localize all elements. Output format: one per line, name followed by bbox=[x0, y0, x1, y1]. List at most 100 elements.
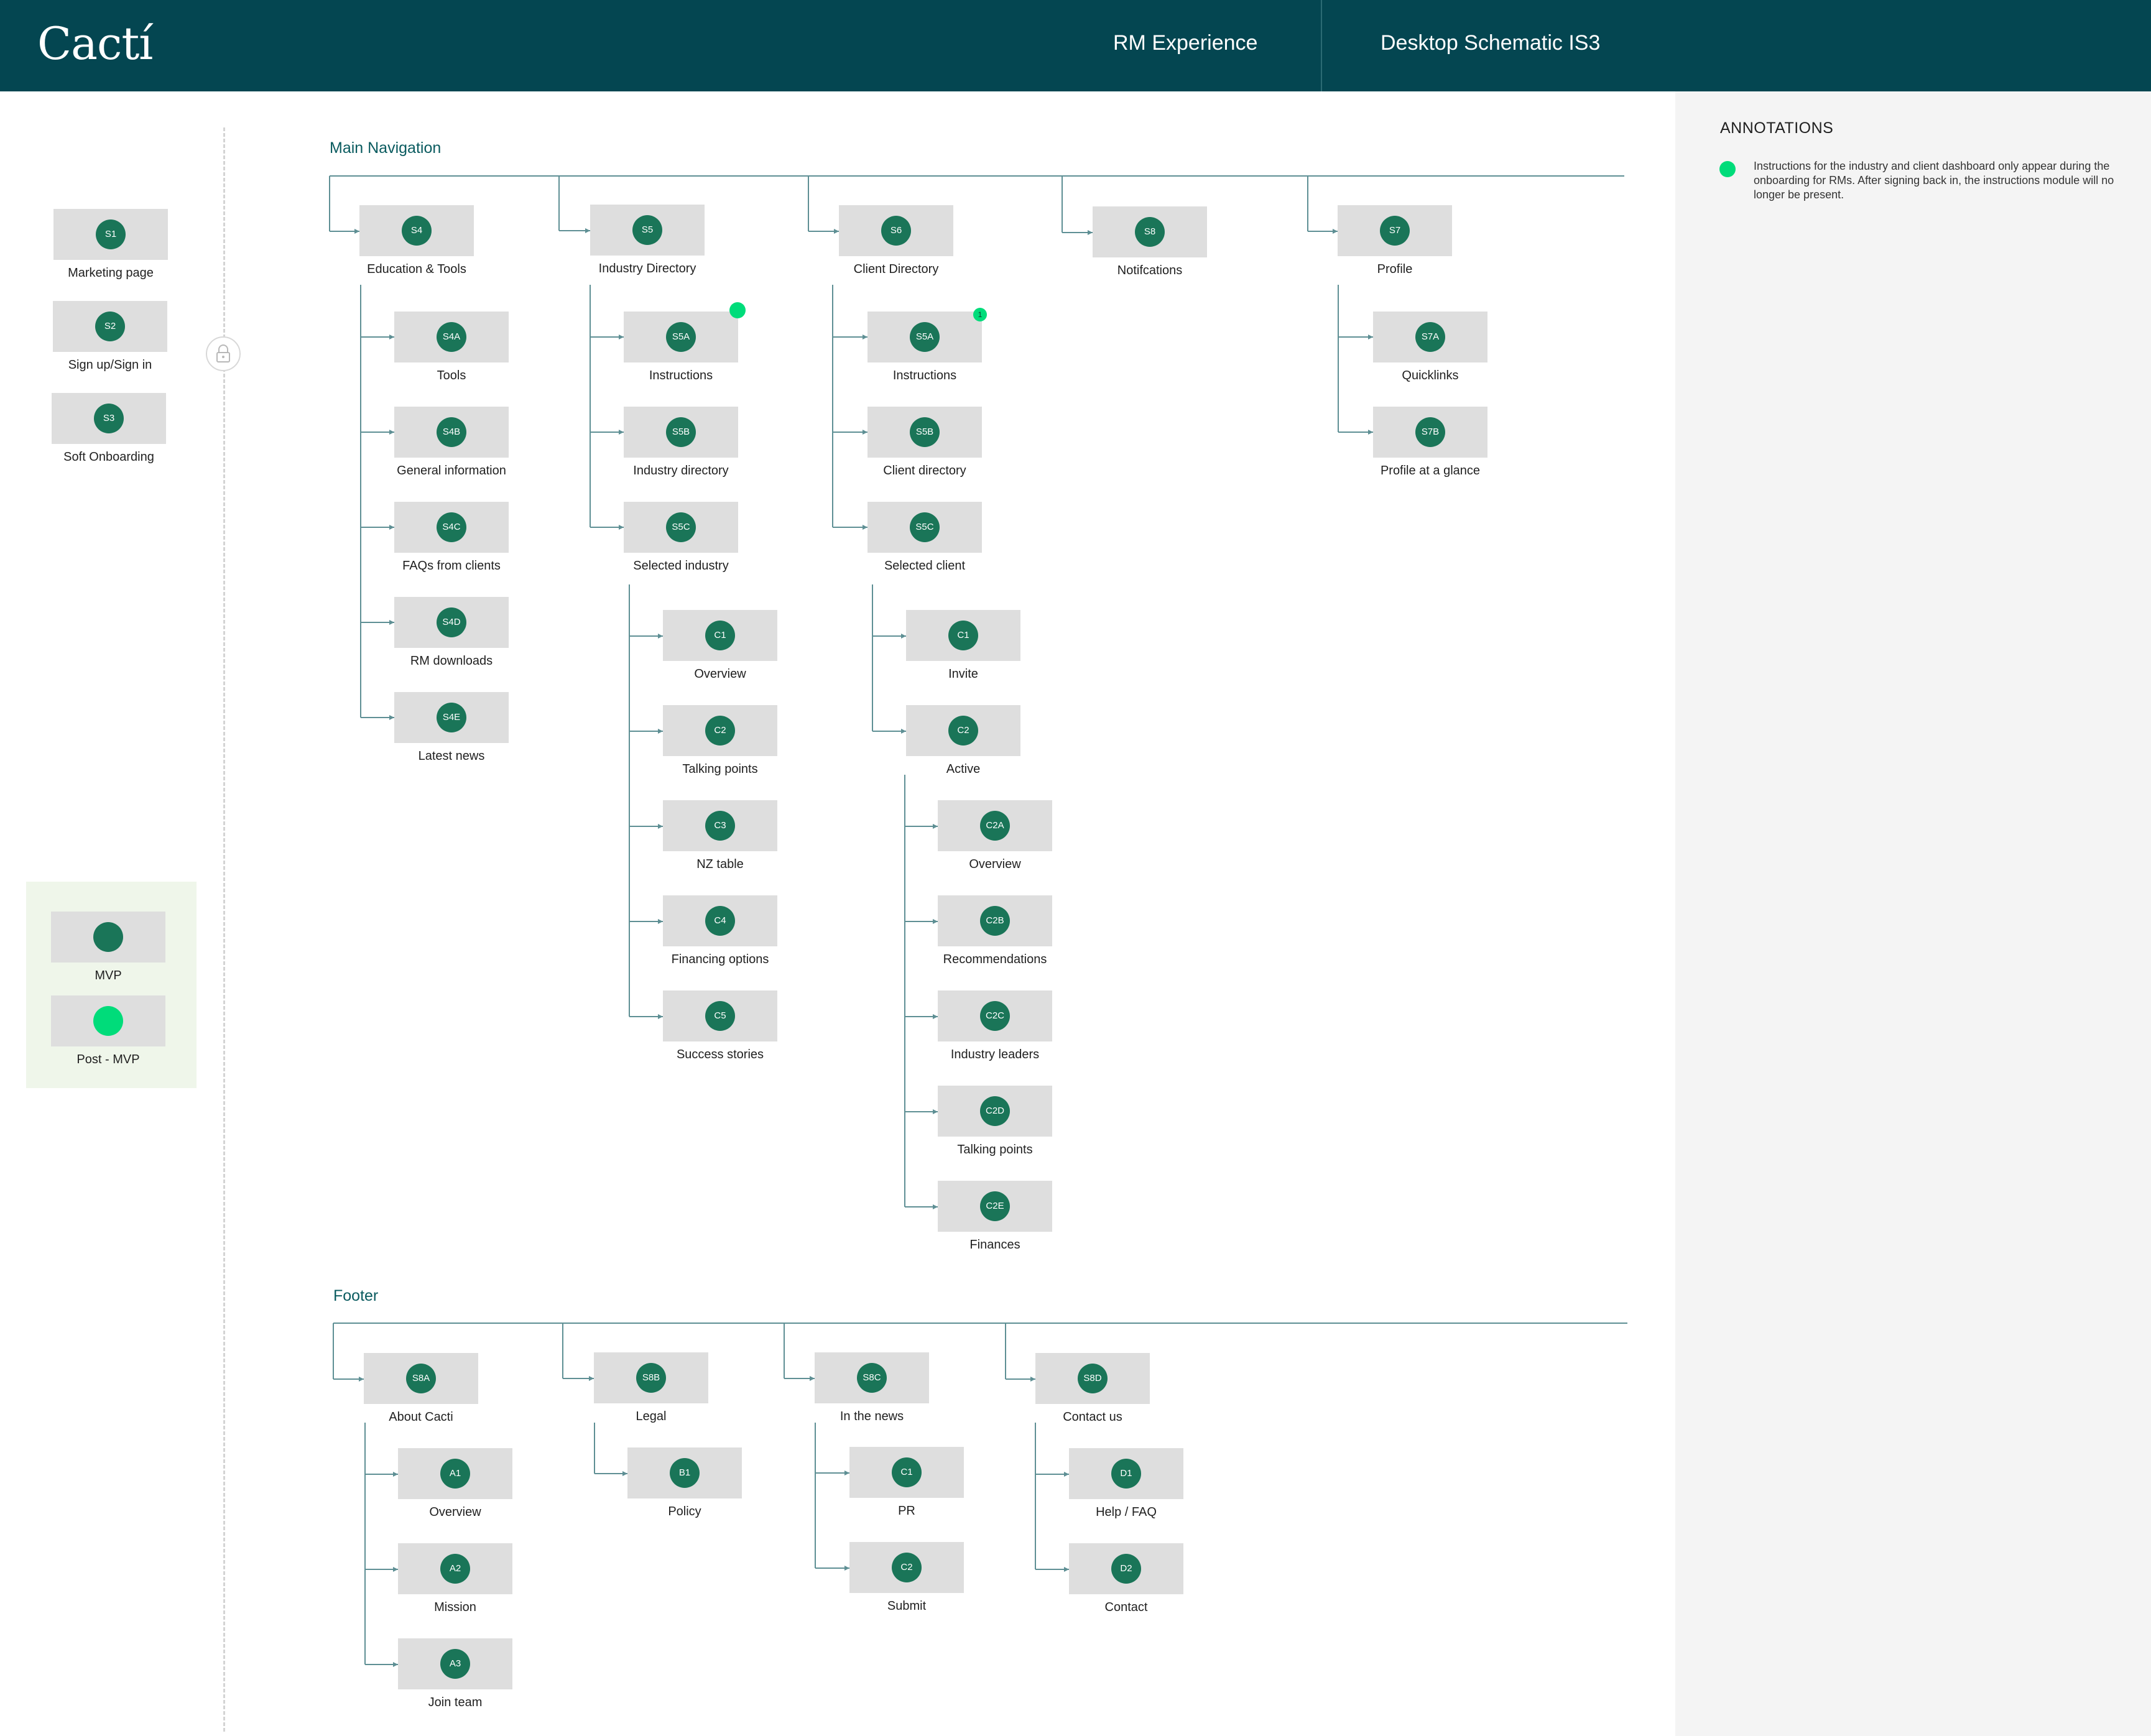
arrow-head-icon bbox=[658, 919, 663, 924]
screen-label: Instructions bbox=[892, 369, 957, 382]
legend-label: Post - MVP bbox=[76, 1053, 140, 1066]
screen-label: Soft Onboarding bbox=[63, 450, 154, 464]
screen-label: Overview bbox=[694, 667, 746, 681]
screen-label: Profile at a glance bbox=[1380, 464, 1481, 478]
legend: MVP Post - MVP bbox=[26, 882, 197, 1088]
arrow-head-icon bbox=[389, 525, 394, 530]
screen-code-badge: A2 bbox=[440, 1554, 470, 1584]
screen-label: Client directory bbox=[883, 464, 966, 478]
screen-label: Recommendations bbox=[943, 953, 1047, 966]
arrow-head-icon bbox=[658, 729, 663, 734]
screen-label: Contact bbox=[1104, 1600, 1148, 1614]
arrow-head-icon bbox=[933, 824, 938, 829]
screen-code-badge: S8D bbox=[1078, 1364, 1108, 1393]
arrow-head-icon bbox=[844, 1471, 849, 1475]
arrow-head-icon bbox=[933, 1204, 938, 1209]
screen-label: Success stories bbox=[676, 1048, 764, 1061]
screen-code-badge: S7A bbox=[1415, 322, 1445, 352]
screen-label: Invite bbox=[948, 667, 978, 681]
arrow-head-icon bbox=[1064, 1472, 1069, 1477]
screen-label: Overview bbox=[969, 857, 1021, 871]
arrow-head-icon bbox=[863, 335, 867, 339]
footer-title: Footer bbox=[333, 1287, 379, 1304]
screen-code-badge: C2D bbox=[980, 1096, 1010, 1126]
post-mvp-dot-icon bbox=[729, 302, 746, 318]
screen-label: Contact us bbox=[1063, 1410, 1122, 1424]
screen-code-badge: S8C bbox=[857, 1363, 887, 1393]
screen-label: Selected industry bbox=[633, 559, 729, 573]
screen-code-badge: S4C bbox=[437, 512, 466, 542]
screen-label: Client Directory bbox=[853, 262, 939, 276]
screen-label: Instructions bbox=[649, 369, 713, 382]
main-navigation-title: Main Navigation bbox=[330, 139, 442, 157]
arrow-head-icon bbox=[901, 634, 906, 639]
screen-code-badge: S5A bbox=[910, 322, 940, 352]
arrow-head-icon bbox=[359, 1377, 364, 1382]
post-mvp-dot-icon bbox=[93, 1006, 123, 1036]
screen-label: Industry directory bbox=[633, 464, 729, 478]
screen-code-badge: C2C bbox=[980, 1001, 1010, 1031]
screen-code-badge: C2A bbox=[980, 811, 1010, 841]
arrow-head-icon bbox=[901, 729, 906, 734]
screen-label: Active bbox=[946, 762, 981, 776]
screen-label: Notifcations bbox=[1117, 264, 1183, 277]
screen-label: Policy bbox=[668, 1505, 701, 1518]
arrow-head-icon bbox=[1088, 230, 1093, 235]
screen-label: RM downloads bbox=[410, 654, 493, 668]
screen-code-badge: S8A bbox=[406, 1364, 436, 1393]
screen-label: Talking points bbox=[957, 1143, 1033, 1157]
screen-label: Overview bbox=[429, 1505, 481, 1519]
screen-code-badge: S5C bbox=[910, 512, 940, 542]
arrow-head-icon bbox=[863, 430, 867, 435]
screen-code-badge: S4 bbox=[402, 216, 432, 246]
arrow-head-icon bbox=[1368, 335, 1373, 339]
screen-label: Industry leaders bbox=[950, 1048, 1040, 1061]
screen-label: Financing options bbox=[671, 953, 769, 966]
arrow-head-icon bbox=[844, 1566, 849, 1571]
screen-label: About Cacti bbox=[389, 1410, 453, 1424]
screen-code-badge: S5B bbox=[910, 417, 940, 447]
screen-label: Sign up/Sign in bbox=[68, 358, 152, 372]
screen-code-badge: S4A bbox=[437, 322, 466, 352]
arrow-head-icon bbox=[834, 229, 839, 234]
screen-label: PR bbox=[898, 1504, 915, 1518]
arrow-head-icon bbox=[863, 525, 867, 530]
arrow-head-icon bbox=[933, 1109, 938, 1114]
lock-icon bbox=[206, 336, 241, 371]
arrow-head-icon bbox=[585, 228, 590, 233]
screen-code-badge: S8B bbox=[636, 1363, 666, 1393]
arrow-head-icon bbox=[1030, 1377, 1035, 1382]
arrow-head-icon bbox=[389, 335, 394, 339]
screen-label: Quicklinks bbox=[1402, 369, 1459, 382]
screen-code-badge: S7B bbox=[1415, 417, 1445, 447]
arrow-head-icon bbox=[933, 919, 938, 924]
screen-code-badge: C1 bbox=[892, 1457, 922, 1487]
screen-code-badge: S5 bbox=[632, 215, 662, 245]
screen-label: Legal bbox=[636, 1410, 667, 1423]
screen-label: Help / FAQ bbox=[1096, 1505, 1157, 1519]
screen-label: In the news bbox=[840, 1410, 904, 1423]
arrow-head-icon bbox=[1333, 229, 1338, 234]
legend-label: MVP bbox=[95, 969, 122, 982]
screen-label: FAQs from clients bbox=[402, 559, 501, 573]
screen-code-badge: S1 bbox=[96, 219, 126, 249]
arrow-head-icon bbox=[354, 229, 359, 234]
screen-code-badge: S4B bbox=[437, 417, 466, 447]
screen-label: Tools bbox=[437, 369, 466, 382]
mvp-dot-icon bbox=[93, 922, 123, 952]
screen-code-badge: S5A bbox=[666, 322, 696, 352]
screen-label: Submit bbox=[887, 1599, 927, 1613]
screen-code-badge: D1 bbox=[1111, 1459, 1141, 1489]
screen-label: Marketing page bbox=[68, 266, 154, 280]
arrow-head-icon bbox=[658, 1014, 663, 1019]
arrow-head-icon bbox=[810, 1376, 815, 1381]
screen-code-badge: S2 bbox=[95, 312, 125, 341]
arrow-head-icon bbox=[389, 430, 394, 435]
screen-code-badge: S8 bbox=[1135, 217, 1165, 247]
screen-label: Latest news bbox=[418, 749, 485, 763]
screen-code-badge: S5C bbox=[666, 512, 696, 542]
arrow-head-icon bbox=[393, 1567, 398, 1572]
screen-code-badge: S7 bbox=[1380, 216, 1410, 246]
screen-code-badge: C3 bbox=[705, 811, 735, 841]
screen-code-badge: S5B bbox=[666, 417, 696, 447]
